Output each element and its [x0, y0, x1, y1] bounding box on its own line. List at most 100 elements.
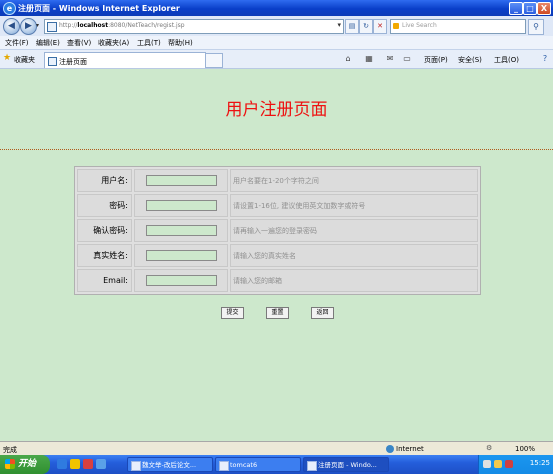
tools-menu[interactable]: 工具(O)	[494, 55, 519, 65]
page-title: 用户注册页面	[225, 100, 328, 120]
task-label: 魏文举-改后论文...	[142, 461, 197, 469]
tab-register-page[interactable]: 注册页面	[44, 52, 206, 68]
taskbar: 开始 魏文举-改后论文... tomcat6 注册页面 - Windo... 1…	[0, 455, 553, 474]
system-tray: 15:25	[478, 455, 553, 474]
app-quicklaunch-icon[interactable]	[83, 459, 93, 469]
password-cell	[134, 194, 228, 217]
reset-button[interactable]: 重置	[266, 307, 289, 319]
password-hint: 请设置1-16位, 建议使用英文加数字或符号	[230, 194, 478, 217]
password-label: 密码:	[77, 194, 132, 217]
email-input[interactable]	[146, 275, 217, 286]
password-input[interactable]	[146, 200, 217, 211]
submit-button[interactable]: 提交	[221, 307, 244, 319]
task-word-document[interactable]: 魏文举-改后论文...	[127, 457, 213, 472]
form-row-email: Email: 请输入您的邮箱	[77, 269, 478, 292]
refresh-icon[interactable]: ↻	[359, 19, 373, 34]
history-dropdown-icon[interactable]: ▾	[36, 22, 39, 29]
shield-icon[interactable]	[505, 460, 513, 468]
internet-zone-icon	[386, 445, 394, 453]
menu-file[interactable]: 文件(F)	[5, 38, 29, 48]
zoom-level[interactable]: 100%	[515, 445, 535, 453]
menu-help[interactable]: 帮助(H)	[168, 38, 193, 48]
menu-edit[interactable]: 编辑(E)	[36, 38, 60, 48]
favorites-label[interactable]: 收藏夹	[14, 55, 35, 65]
page-menu[interactable]: 页面(P)	[424, 55, 448, 65]
page-icon	[47, 22, 57, 32]
start-button[interactable]: 开始	[0, 455, 50, 474]
print-icon[interactable]: ▭	[402, 54, 412, 63]
divider	[0, 149, 553, 150]
status-text: 完成	[3, 446, 17, 454]
network-icon[interactable]	[483, 460, 491, 468]
security-zone[interactable]: Internet	[396, 445, 424, 453]
form-row-password: 密码: 请设置1-16位, 建议使用英文加数字或符号	[77, 194, 478, 217]
ie-task-icon	[307, 461, 317, 471]
back-button[interactable]: 返回	[311, 307, 334, 319]
favorites-star-icon[interactable]: ★	[3, 53, 11, 63]
task-label: 注册页面 - Windo...	[318, 461, 377, 469]
status-bar: 完成 Internet ⚙ 100%	[0, 441, 553, 456]
real-name-label: 真实姓名:	[77, 244, 132, 267]
username-label: 用户名:	[77, 169, 132, 192]
stop-icon[interactable]: ✕	[373, 19, 387, 34]
console-icon	[219, 461, 229, 471]
ie-quicklaunch-icon[interactable]	[57, 459, 67, 469]
desktop-quicklaunch-icon[interactable]	[96, 459, 106, 469]
close-button[interactable]: X	[537, 2, 551, 15]
registration-form: 用户名: 用户名要在1-20个字符之间 密码: 请设置1-16位, 建议使用英文…	[74, 166, 481, 295]
home-icon[interactable]: ⌂	[343, 54, 353, 63]
menu-favorites[interactable]: 收藏夹(A)	[98, 38, 129, 48]
page-content: 用户注册页面 用户名: 用户名要在1-20个字符之间 密码: 请设置1-16位,…	[0, 69, 553, 441]
email-hint: 请输入您的邮箱	[230, 269, 478, 292]
form-row-real-name: 真实姓名: 请输入您的真实姓名	[77, 244, 478, 267]
folder-quicklaunch-icon[interactable]	[70, 459, 80, 469]
username-cell	[134, 169, 228, 192]
windows-logo-icon	[5, 459, 15, 469]
task-tomcat[interactable]: tomcat6	[215, 457, 301, 472]
back-arrow-icon[interactable]: ◀	[3, 18, 20, 35]
maximize-button[interactable]: □	[523, 2, 537, 15]
live-search-icon	[393, 23, 399, 29]
minimize-button[interactable]: _	[509, 2, 523, 15]
address-bar[interactable]: http://localhost:8080/NetTeach/regist.js…	[44, 19, 344, 34]
ie-logo-icon: e	[3, 2, 16, 15]
user-icon[interactable]	[494, 460, 502, 468]
real-name-input[interactable]	[146, 250, 217, 261]
form-row-username: 用户名: 用户名要在1-20个字符之间	[77, 169, 478, 192]
tab-label: 注册页面	[59, 58, 87, 66]
mail-icon[interactable]: ✉	[385, 54, 395, 63]
search-icon[interactable]: ⚲	[528, 19, 544, 35]
safety-menu[interactable]: 安全(S)	[458, 55, 482, 65]
feeds-icon[interactable]: ▦	[364, 54, 374, 63]
menu-bar: 文件(F) 编辑(E) 查看(V) 收藏夹(A) 工具(T) 帮助(H)	[0, 36, 553, 50]
email-cell	[134, 269, 228, 292]
new-tab-button[interactable]	[205, 53, 223, 68]
help-icon[interactable]: ?	[540, 54, 550, 63]
address-url: http://localhost:8080/NetTeach/regist.js…	[59, 22, 185, 29]
compat-view-icon[interactable]: ▤	[345, 19, 359, 34]
username-hint: 用户名要在1-20个字符之间	[230, 169, 478, 192]
word-icon	[131, 461, 141, 471]
start-label: 开始	[18, 459, 37, 469]
favorites-bar: ★ 收藏夹 注册页面 ⌂ ▦ ✉ ▭ 页面(P) 安全(S) 工具(O) ?	[0, 50, 553, 69]
real-name-cell	[134, 244, 228, 267]
menu-tools[interactable]: 工具(T)	[137, 38, 161, 48]
tab-page-icon	[48, 57, 57, 66]
task-ie-window[interactable]: 注册页面 - Windo...	[303, 457, 389, 472]
task-label: tomcat6	[230, 461, 258, 469]
form-table: 用户名: 用户名要在1-20个字符之间 密码: 请设置1-16位, 建议使用英文…	[75, 167, 480, 294]
address-toolbar: ◀ ▶ ▾ http://localhost:8080/NetTeach/reg…	[0, 16, 553, 36]
search-input[interactable]: Live Search	[390, 19, 526, 34]
email-label: Email:	[77, 269, 132, 292]
confirm-password-cell	[134, 219, 228, 242]
window-title-bar[interactable]: e 注册页面 - Windows Internet Explorer _ □ X	[0, 0, 553, 16]
confirm-password-hint: 请再输入一遍您的登录密码	[230, 219, 478, 242]
protected-mode-icon[interactable]: ⚙	[486, 444, 492, 452]
clock[interactable]: 15:25	[530, 459, 550, 467]
real-name-hint: 请输入您的真实姓名	[230, 244, 478, 267]
menu-view[interactable]: 查看(V)	[67, 38, 91, 48]
forward-arrow-icon[interactable]: ▶	[20, 18, 37, 35]
confirm-password-input[interactable]	[146, 225, 217, 236]
address-dropdown-icon[interactable]: ▾	[337, 21, 341, 29]
username-input[interactable]	[146, 175, 217, 186]
